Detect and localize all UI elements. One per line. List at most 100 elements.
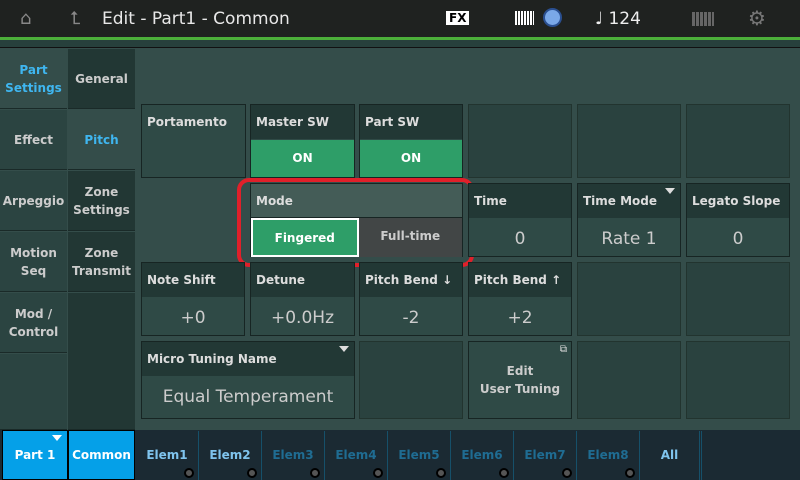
micro-tuning-label: Micro Tuning Name — [142, 342, 354, 376]
tempo-value: 124 — [608, 9, 640, 29]
element-status-icon — [562, 468, 572, 478]
empty-cell — [577, 104, 681, 178]
pitch-bend-up-param[interactable]: Pitch Bend ↑+2 — [468, 262, 572, 336]
elem-label: Elem5 — [398, 448, 439, 462]
tab-elem5[interactable]: Elem5 — [388, 431, 451, 480]
nav-effect[interactable]: Effect — [0, 110, 67, 170]
portamento-label: Portamento — [141, 104, 246, 178]
back-icon[interactable]: ⮤ — [70, 8, 81, 29]
nav-part-settings[interactable]: Part Settings — [0, 49, 67, 109]
pitch-bend-down-label: Pitch Bend ↓ — [360, 263, 462, 297]
midi-icon[interactable] — [543, 8, 562, 27]
note-shift-label: Note Shift — [142, 263, 244, 297]
pitch-bend-up-value: +2 — [469, 297, 571, 328]
empty-cell — [686, 262, 790, 336]
edit-user-tuning-label: Edit User Tuning — [480, 362, 560, 398]
subnav-zone-settings[interactable]: Zone Settings — [68, 171, 135, 231]
pitch-bend-down-param[interactable]: Pitch Bend ↓-2 — [359, 262, 463, 336]
dropdown-icon — [52, 435, 62, 441]
time-param[interactable]: Time0 — [468, 183, 572, 257]
master-sw-label: Master SW — [251, 105, 354, 139]
elem-label: Elem3 — [272, 448, 313, 462]
dropdown-icon — [665, 188, 675, 194]
note-shift-param[interactable]: Note Shift+0 — [141, 262, 245, 336]
tab-elem1[interactable]: Elem1 — [136, 431, 199, 480]
part-label: Part 1 — [15, 448, 56, 462]
micro-tuning-name-param[interactable]: Micro Tuning NameEqual Temperament — [141, 341, 355, 419]
tempo-display[interactable]: ♩ 124 — [595, 9, 641, 29]
detune-label: Detune — [251, 263, 354, 297]
part-sw-on-button[interactable]: ON — [360, 140, 462, 177]
element-status-icon — [373, 468, 383, 478]
nav-mod-control[interactable]: Mod / Control — [0, 293, 67, 353]
empty-cell — [686, 341, 790, 419]
part-selector-tab[interactable]: Part 1 — [2, 430, 68, 480]
elem-label: Elem1 — [146, 448, 187, 462]
empty-cell — [359, 341, 463, 419]
subnav-pitch[interactable]: Pitch — [68, 110, 135, 170]
portamento-text: Portamento — [142, 105, 245, 139]
empty-cell — [577, 341, 681, 419]
empty-cell — [686, 104, 790, 178]
element-status-icon — [247, 468, 257, 478]
detune-param[interactable]: Detune+0.0Hz — [250, 262, 355, 336]
nav-empty — [0, 354, 67, 430]
mode-fingered-button[interactable]: Fingered — [251, 218, 359, 257]
part-sw-label: Part SW — [360, 105, 462, 139]
mode-label: Mode — [251, 184, 462, 218]
element-status-icon — [310, 468, 320, 478]
subnav-zone-transmit[interactable]: Zone Transmit — [68, 232, 135, 292]
fx-button[interactable]: FX — [446, 11, 469, 25]
note-shift-value: +0 — [142, 297, 244, 328]
element-status-icon — [436, 468, 446, 478]
element-status-icon — [184, 468, 194, 478]
tab-elem2[interactable]: Elem2 — [199, 431, 262, 480]
element-status-icon — [625, 468, 635, 478]
tab-elem6[interactable]: Elem6 — [451, 431, 514, 480]
elem-label: Elem7 — [524, 448, 565, 462]
nav-arpeggio[interactable]: Arpeggio — [0, 171, 67, 231]
subnav-empty — [68, 293, 135, 430]
time-mode-value: Rate 1 — [578, 218, 680, 249]
tab-elem7[interactable]: Elem7 — [514, 431, 577, 480]
empty-cell — [468, 104, 572, 178]
legato-slope-param[interactable]: Legato Slope0 — [686, 183, 790, 257]
tab-common[interactable]: Common — [68, 430, 135, 480]
subnav-general[interactable]: General — [68, 49, 135, 109]
mode-selector[interactable]: Mode Fingered Full-time — [250, 183, 463, 257]
master-sw-on-button[interactable]: ON — [251, 140, 354, 177]
tab-elem4[interactable]: Elem4 — [325, 431, 388, 480]
legato-slope-label: Legato Slope — [687, 184, 789, 218]
keyboard-icon[interactable] — [515, 11, 534, 25]
element-status-icon — [499, 468, 509, 478]
edit-user-tuning-button[interactable]: ⧉Edit User Tuning — [468, 341, 572, 419]
mode-full-time-button[interactable]: Full-time — [359, 218, 463, 257]
dropdown-icon — [339, 346, 349, 352]
tab-all[interactable]: All — [640, 431, 702, 480]
micro-tuning-value: Equal Temperament — [142, 376, 354, 407]
legato-slope-value: 0 — [687, 218, 789, 249]
popup-window-icon: ⧉ — [560, 344, 567, 355]
tab-elem8[interactable]: Elem8 — [577, 431, 640, 480]
header-divider — [0, 40, 800, 48]
quarter-note-icon: ♩ — [595, 9, 608, 29]
page-title: Edit - Part1 - Common — [102, 9, 290, 29]
time-value: 0 — [469, 218, 571, 249]
pitch-bend-down-value: -2 — [360, 297, 462, 328]
master-sw[interactable]: Master SWON — [250, 104, 355, 178]
settings-gear-icon[interactable]: ⚙ — [748, 6, 766, 30]
elem-label: Elem4 — [335, 448, 376, 462]
nav-motion-seq[interactable]: Motion Seq — [0, 232, 67, 292]
part-sw[interactable]: Part SWON — [359, 104, 463, 178]
detune-value: +0.0Hz — [251, 297, 354, 328]
pitch-bend-up-label: Pitch Bend ↑ — [469, 263, 571, 297]
elem-label: Elem8 — [587, 448, 628, 462]
elem-label: Elem6 — [461, 448, 502, 462]
time-mode-param[interactable]: Time ModeRate 1 — [577, 183, 681, 257]
time-label: Time — [469, 184, 571, 218]
empty-cell — [577, 262, 681, 336]
elem-label: Elem2 — [209, 448, 250, 462]
home-icon[interactable]: ⌂ — [20, 8, 31, 29]
grid-icon[interactable] — [692, 12, 714, 26]
tab-elem3[interactable]: Elem3 — [262, 431, 325, 480]
